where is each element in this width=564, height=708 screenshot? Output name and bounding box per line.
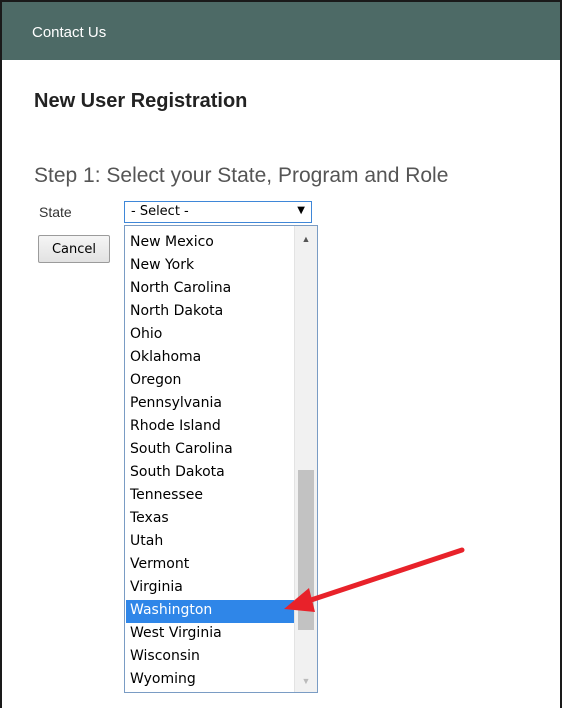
state-label: State: [39, 204, 72, 220]
dropdown-option[interactable]: Wyoming: [126, 669, 294, 692]
state-select[interactable]: - Select - ▼: [124, 201, 312, 223]
dropdown-option[interactable]: Utah: [126, 531, 294, 554]
scroll-up-icon[interactable]: ▲: [295, 234, 317, 244]
dropdown-option[interactable]: West Virginia: [126, 623, 294, 646]
dropdown-option[interactable]: Texas: [126, 508, 294, 531]
dropdown-options: New Mexico New York North Carolina North Da…: [126, 232, 294, 692]
state-select-value: - Select -: [131, 204, 189, 219]
dropdown-option[interactable]: New York: [126, 255, 294, 278]
state-dropdown-list[interactable]: New Mexico New York North Carolina North Da…: [124, 225, 318, 693]
dropdown-option[interactable]: Tennessee: [126, 485, 294, 508]
dropdown-option[interactable]: Virginia: [126, 577, 294, 600]
dropdown-option[interactable]: Washington: [126, 600, 294, 623]
dropdown-option[interactable]: Pennsylvania: [126, 393, 294, 416]
dropdown-scrollbar[interactable]: ▲ ▼: [294, 226, 317, 692]
scrollbar-thumb[interactable]: [298, 470, 314, 631]
dropdown-option[interactable]: Vermont: [126, 554, 294, 577]
cancel-button[interactable]: Cancel: [38, 235, 110, 263]
page-title: New User Registration: [34, 90, 248, 112]
dropdown-option[interactable]: Wisconsin: [126, 646, 294, 669]
dropdown-option[interactable]: Oklahoma: [126, 347, 294, 370]
dropdown-option[interactable]: North Dakota: [126, 301, 294, 324]
contact-us-link[interactable]: Contact Us: [32, 24, 106, 41]
step-heading: Step 1: Select your State, Program and R…: [34, 164, 449, 187]
dropdown-option[interactable]: Rhode Island: [126, 416, 294, 439]
dropdown-option[interactable]: North Carolina: [126, 278, 294, 301]
dropdown-option[interactable]: Ohio: [126, 324, 294, 347]
dropdown-option[interactable]: South Dakota: [126, 462, 294, 485]
scroll-down-icon[interactable]: ▼: [295, 676, 317, 686]
dropdown-option[interactable]: New Mexico: [126, 232, 294, 255]
header-bar: Contact Us: [2, 2, 560, 60]
chevron-down-icon: ▼: [297, 205, 305, 216]
dropdown-option[interactable]: Oregon: [126, 370, 294, 393]
browser-page: Contact Us New User Registration Step 1:…: [0, 0, 562, 708]
dropdown-option[interactable]: South Carolina: [126, 439, 294, 462]
